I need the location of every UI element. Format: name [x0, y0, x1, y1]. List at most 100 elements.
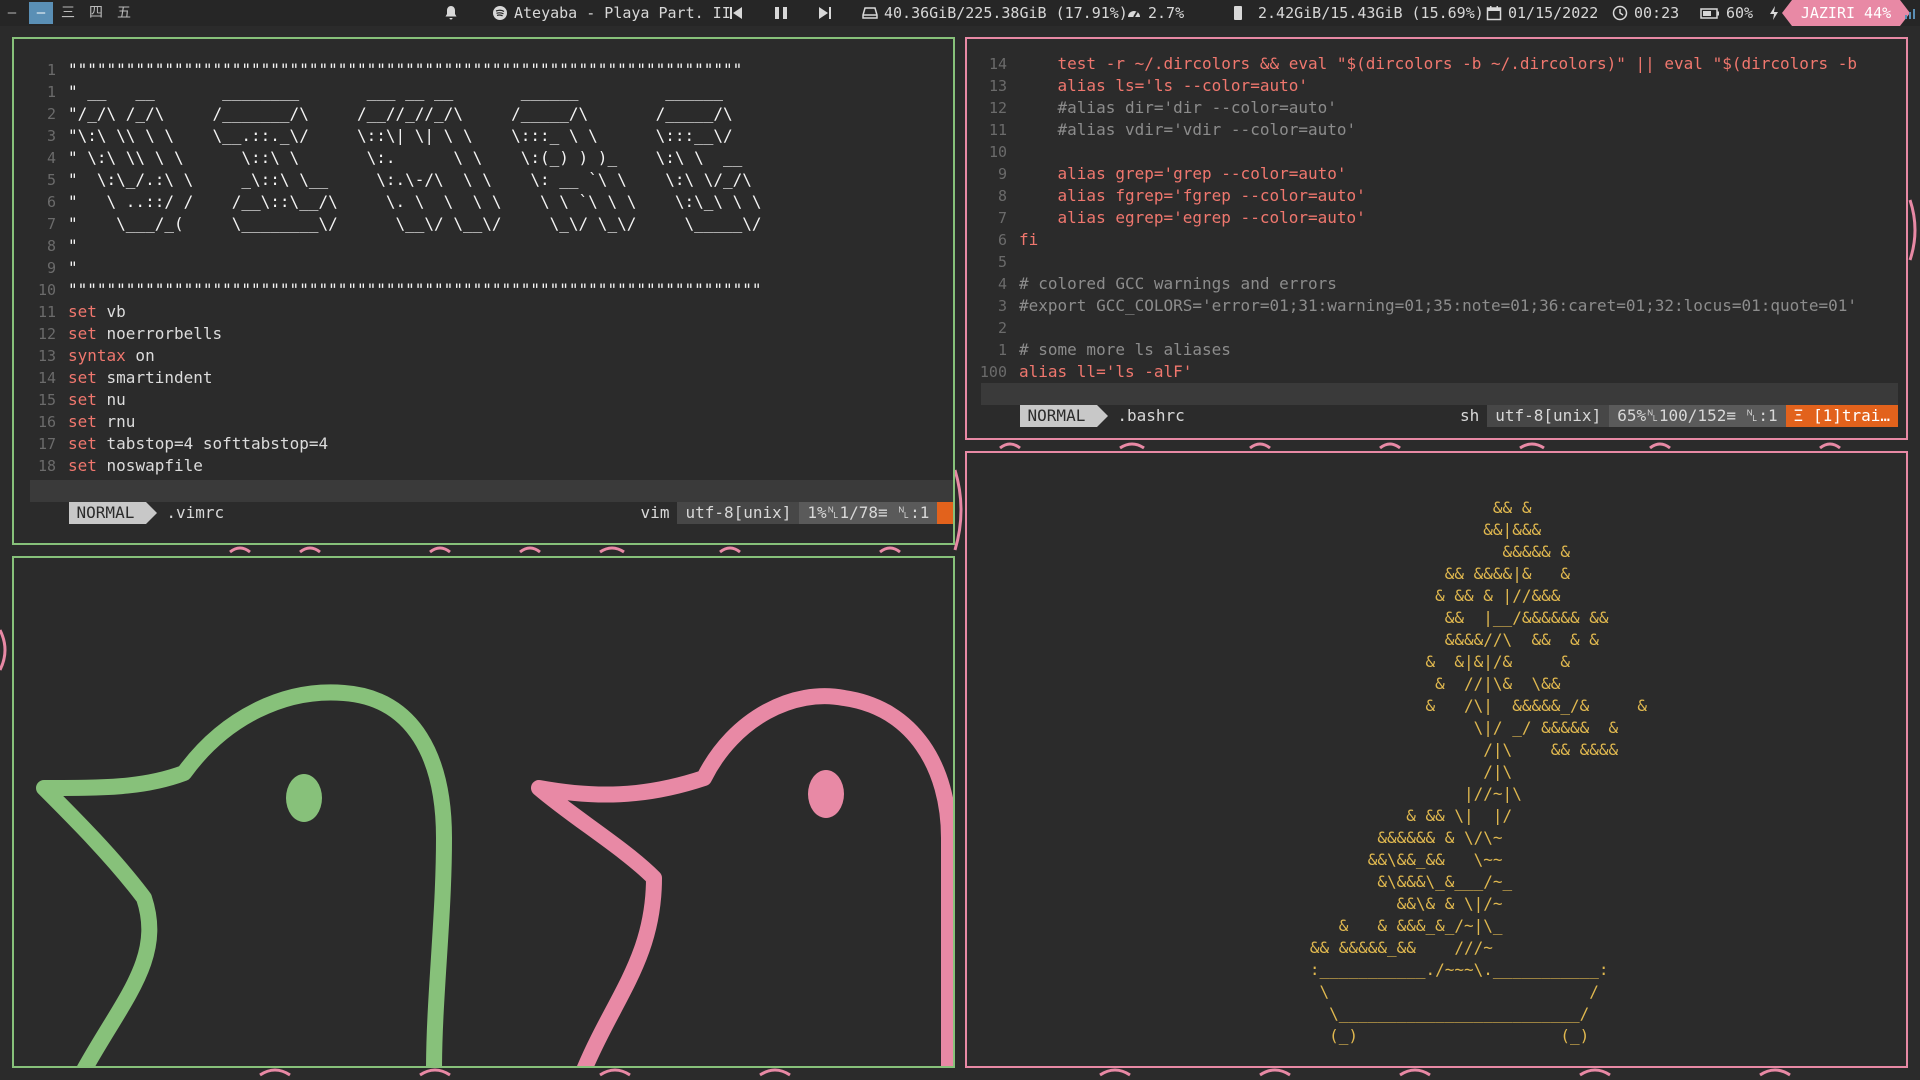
code-line: 17 set tabstop=4 softtabstop=4	[28, 433, 762, 455]
line-number: 16	[37, 413, 56, 431]
code-line: 10	[979, 141, 1857, 163]
line-number: 5	[46, 171, 56, 189]
bashrc-window[interactable]: 14 test -r ~/.dircolors && eval "$(dirco…	[965, 37, 1908, 440]
file-encoding: utf-8[unix]	[677, 502, 800, 524]
art-line: :___________./~~~\.___________:	[1281, 960, 1609, 979]
line-number: 5	[997, 253, 1007, 271]
line-text: test -r ~/.dircolors && eval "$(dircolor…	[1019, 54, 1858, 73]
code-line: 13 alias ls='ls --color=auto'	[979, 75, 1857, 97]
art-line: & //|\& \&&	[1281, 674, 1561, 693]
code-line: 3 "\:\ \\ \ \ \__.::._\/ \::\| \| \ \ \::…	[28, 125, 762, 147]
bonsai-window[interactable]: && & &&|&&& &&&&& & && &&&&|& & & && & |…	[965, 451, 1908, 1068]
green-bird	[36, 684, 452, 1066]
code-line: 6 fi	[979, 229, 1857, 251]
line-number: 13	[988, 77, 1007, 95]
birds-drawing	[36, 684, 953, 1066]
line-number: 8	[46, 237, 56, 255]
keyword: set	[68, 302, 97, 321]
line-text: " \ ..::/ / /__\::\__/\ \. \ \ \ \ \ \ `…	[68, 192, 762, 211]
line-number: 11	[988, 121, 1007, 139]
file-name: .bashrc	[1117, 406, 1185, 425]
line-text: rnu	[96, 412, 136, 431]
pink-bird	[531, 688, 953, 1066]
line-text: "\:\ \\ \ \ \__.::._\/ \::\| \| \ \ \:::…	[68, 126, 733, 145]
line-number: 4	[997, 275, 1007, 293]
code-line: 13 syntax on	[28, 345, 762, 367]
art-line: &&|&&&	[1281, 520, 1542, 539]
code-line: 5 " \:\_/.:\ \ _\::\ \__ \:.\-/\ \ \ \: _…	[28, 169, 762, 191]
line-text: "	[68, 258, 78, 277]
line-number: 12	[37, 325, 56, 343]
art-line: &&&&//\ && & &	[1281, 630, 1599, 649]
vimrc-window[interactable]: 1 """""""""""""""""""""""""""""""""""""""…	[12, 37, 955, 545]
art-line: /|\	[1281, 762, 1513, 781]
line-number: 3	[997, 297, 1007, 315]
line-number: 9	[997, 165, 1007, 183]
code-line: 14 set smartindent	[28, 367, 762, 389]
cursor-position: 65%␤100/152≡ ␤:1	[1609, 405, 1786, 427]
line-text: alias fgrep='fgrep --color=auto'	[1019, 186, 1366, 205]
line-number: 6	[997, 231, 1007, 249]
line-number: 6	[46, 193, 56, 211]
art-line: |//~|\	[1281, 784, 1522, 803]
line-text: # some more ls aliases	[1019, 340, 1231, 359]
code-line: 1 " __ __ ________ ___ __ __ ______ _____…	[28, 81, 762, 103]
vimrc-statusline: NORMAL .vimrc vim utf-8[unix] 1%␤1/78≡ ␤:1	[30, 480, 953, 524]
line-number: 18	[37, 457, 56, 475]
art-line: && &&&&&_&& ///~	[1281, 938, 1493, 957]
art-line: & && & |//&&&	[1281, 586, 1561, 605]
file-name: .vimrc	[166, 503, 225, 522]
line-text: noswapfile	[96, 456, 203, 475]
art-line: & && \| |/	[1281, 806, 1513, 825]
cursor-position: 1%␤1/78≡ ␤:1	[799, 502, 938, 524]
line-number: 15	[37, 391, 56, 409]
mode-indicator: NORMAL	[68, 502, 158, 524]
code-line: 15 set nu	[28, 389, 762, 411]
keyword: set	[68, 412, 97, 431]
code-line: 10 """"""""""""""""""""""""""""""""""""""…	[28, 279, 762, 301]
code-line: 11 #alias vdir='vdir --color=auto'	[979, 119, 1857, 141]
line-number: 14	[37, 369, 56, 387]
pink-bird-eye	[808, 770, 844, 818]
art-line: &&\& & \|/~	[1281, 894, 1503, 913]
code-line: 5	[979, 251, 1857, 273]
line-text: smartindent	[96, 368, 213, 387]
keyword: syntax	[68, 346, 126, 365]
warning-marker	[937, 502, 953, 524]
line-text: fi	[1019, 230, 1039, 249]
file-type: sh	[1459, 406, 1480, 425]
mode-indicator: NORMAL	[1019, 405, 1109, 427]
line-number: 14	[988, 55, 1007, 73]
line-number: 8	[997, 187, 1007, 205]
bashrc-editor[interactable]: 14 test -r ~/.dircolors && eval "$(dirco…	[979, 53, 1857, 383]
line-text: alias grep='grep --color=auto'	[1019, 164, 1347, 183]
line-number: 7	[997, 209, 1007, 227]
art-line: &\&&&\_&___/~_	[1281, 872, 1513, 891]
code-line: 100 alias ll='ls -alF'	[979, 361, 1857, 383]
code-line: 16 set rnu	[28, 411, 762, 433]
line-text: # colored GCC warnings and errors	[1019, 274, 1337, 293]
line-number: 4	[46, 149, 56, 167]
line-text: "/_/\ /_/\ /_______/\ /__//_//_/\ /_____…	[68, 104, 733, 123]
code-line: 9 "	[28, 257, 762, 279]
art-line: && &&&&|& &	[1281, 564, 1570, 583]
vimrc-editor[interactable]: 1 """""""""""""""""""""""""""""""""""""""…	[28, 59, 762, 477]
code-line: 8 "	[28, 235, 762, 257]
keyword: set	[68, 390, 97, 409]
art-line: & & &&&_&_/~|\_	[1281, 916, 1503, 935]
code-line: 12 set noerrorbells	[28, 323, 762, 345]
birds-window[interactable]	[12, 556, 955, 1068]
code-line: 7 alias egrep='egrep --color=auto'	[979, 207, 1857, 229]
line-number: 2	[46, 105, 56, 123]
line-number: 1	[46, 61, 56, 79]
line-text: tabstop=4 softtabstop=4	[96, 434, 329, 453]
line-text: alias ls='ls --color=auto'	[1019, 76, 1308, 95]
keyword: set	[68, 456, 97, 475]
line-number: 3	[46, 127, 56, 145]
trailing-whitespace-warning: Ξ [1]trai…	[1785, 405, 1898, 427]
art-line: &&&&& &	[1281, 542, 1570, 561]
line-text: on	[125, 346, 155, 365]
code-line: 6 " \ ..::/ / /__\::\__/\ \. \ \ \ \ \ \ …	[28, 191, 762, 213]
art-line: (_) (_)	[1281, 1026, 1590, 1045]
code-line: 7 " \___/_( \________\/ \__\/ \__\/ \_\/ …	[28, 213, 762, 235]
